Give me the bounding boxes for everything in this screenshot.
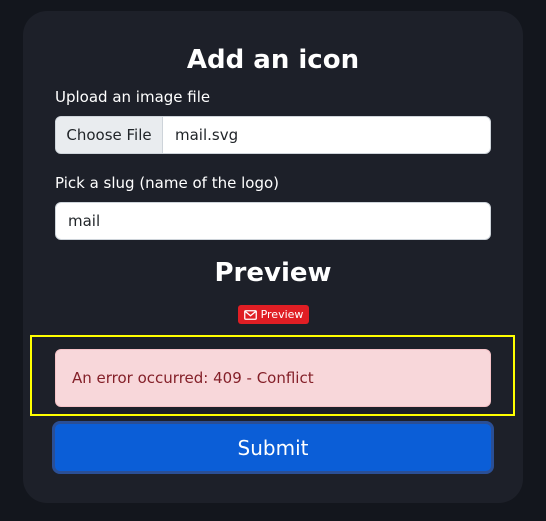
slug-input[interactable] — [55, 202, 491, 240]
choose-file-button[interactable]: Choose File — [56, 117, 163, 153]
error-alert: An error occurred: 409 - Conflict — [55, 349, 491, 407]
preview-badge: Preview — [238, 305, 309, 324]
mail-icon — [243, 309, 257, 320]
error-message: An error occurred: 409 - Conflict — [72, 369, 314, 387]
upload-label: Upload an image file — [55, 88, 211, 106]
slug-label: Pick a slug (name of the logo) — [55, 174, 279, 192]
preview-heading: Preview — [214, 258, 332, 288]
preview-badge-label: Preview — [260, 308, 304, 321]
file-input[interactable]: Choose File mail.svg — [55, 116, 491, 154]
selected-file-name: mail.svg — [175, 126, 239, 144]
page-title: Add an icon — [186, 45, 360, 75]
submit-button[interactable]: Submit — [52, 421, 494, 474]
